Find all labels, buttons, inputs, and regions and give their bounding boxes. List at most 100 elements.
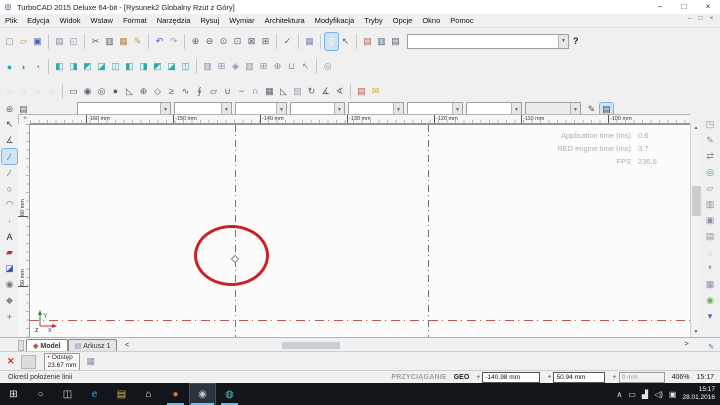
construction-line-horizontal-red[interactable] (30, 320, 690, 321)
viewport-single-icon[interactable]: ▥ (201, 58, 214, 75)
sketch-pen-icon[interactable]: ✎ (702, 133, 718, 148)
box-3d-icon[interactable]: ▭ (67, 83, 80, 100)
sketch-tool-icon[interactable]: ∕ (2, 149, 17, 164)
construction-line-vertical-gray[interactable] (428, 125, 429, 338)
search-icon[interactable]: ○ (27, 383, 54, 405)
sphere-tool-icon[interactable]: ◉ (2, 277, 17, 292)
tab-scroll-left-icon[interactable]: < (121, 340, 132, 351)
selector-grid-icon[interactable]: ▦ (86, 356, 95, 367)
revolve-icon[interactable]: ∿ (179, 83, 192, 100)
angle-30-icon[interactable]: ∢ (333, 83, 346, 100)
solid-edit-tool-icon[interactable]: ◆ (2, 293, 17, 308)
view-right-icon[interactable]: ◫ (179, 58, 192, 75)
close-button[interactable]: × (696, 0, 720, 14)
target-ring-icon[interactable]: ◉ (702, 293, 718, 308)
selection-info-combobox[interactable]: ▼ (407, 34, 569, 49)
point-tool-icon[interactable]: · (2, 213, 17, 228)
workplane-icon[interactable]: ◳ (702, 117, 718, 132)
look-at-icon[interactable]: ↖ (299, 58, 312, 75)
action-center-icon[interactable]: ▣ (669, 390, 677, 399)
rotate-view-free-icon[interactable]: ◌ (45, 83, 58, 100)
odstep-field[interactable]: Odstęp 23.67 mm (44, 353, 81, 371)
wedge-3d-icon[interactable]: ◺ (123, 83, 136, 100)
planet-app-icon[interactable]: ◍ (216, 383, 243, 405)
menu-item[interactable]: Tryby (359, 16, 387, 25)
boolean-intersect-icon[interactable]: ∩ (249, 83, 262, 100)
cut-icon[interactable]: ✂ (89, 33, 102, 50)
rotate-view-y-icon[interactable]: ◌ (17, 83, 30, 100)
sphere-3d-icon[interactable]: ◉ (81, 83, 94, 100)
format-painter-icon[interactable]: ✎ (131, 33, 144, 50)
tab-corner-icon[interactable]: ✎ (708, 343, 714, 351)
start-button[interactable]: ⊞ (0, 383, 27, 405)
firefox-icon[interactable]: ● (162, 383, 189, 405)
cylinder-3d-icon[interactable]: ◎ (95, 83, 108, 100)
taskbar-clock[interactable]: 15:17 28.01.2016 (682, 386, 715, 402)
odstep-value[interactable]: 23.67 mm (48, 362, 77, 370)
settings-gear-icon[interactable]: ⊛ (3, 103, 16, 116)
shell-solid-icon[interactable]: ▧ (291, 83, 304, 100)
frame-box-icon[interactable]: ▣ (702, 213, 718, 228)
rotate-3d-icon[interactable]: ↻ (305, 83, 318, 100)
undo-icon[interactable]: ↶ (153, 33, 166, 50)
view-iso-ne-icon[interactable]: ◧ (53, 58, 66, 75)
edge-icon[interactable]: e (81, 383, 108, 405)
mdi-minimize-button[interactable]: – (684, 15, 695, 22)
context-help-icon[interactable]: ? (573, 36, 579, 46)
view-iso-se-icon[interactable]: ◩ (81, 58, 94, 75)
zoom-extents-icon[interactable]: ⊠ (245, 33, 258, 50)
pan-tool-icon[interactable]: + (2, 309, 17, 324)
y-coordinate-field[interactable]: 50.94 mm (553, 372, 605, 383)
ball-3d-icon[interactable]: ● (109, 83, 122, 100)
menu-item[interactable]: Edycja (22, 16, 55, 25)
view-bottom-icon[interactable]: ◧ (123, 58, 136, 75)
torus-3d-icon[interactable]: ⊕ (137, 83, 150, 100)
print-preview-icon[interactable]: ◱ (67, 33, 80, 50)
object-3d-tool-icon[interactable]: ◪ (2, 261, 17, 276)
view-left-icon[interactable]: ◪ (165, 58, 178, 75)
store-icon[interactable]: ⌂ (135, 383, 162, 405)
view-iso-sw-icon[interactable]: ◪ (95, 58, 108, 75)
snap-mode-label[interactable]: PRZYCIĄGANIE (391, 374, 446, 381)
tab-splitter-handle[interactable] (18, 340, 24, 351)
network-icon[interactable]: ▟ (642, 390, 648, 399)
menu-item[interactable]: Opcje (388, 16, 418, 25)
redo-icon[interactable]: ↷ (167, 33, 180, 50)
save-icon[interactable]: ▣ (31, 33, 44, 50)
copy-objects-icon[interactable]: ▥ (702, 197, 718, 212)
menu-item[interactable]: Architektura (260, 16, 310, 25)
spell-check-icon[interactable]: ✓ (281, 33, 294, 50)
plane-triangle-icon[interactable]: ◺ (277, 83, 290, 100)
modify-arrows-icon[interactable]: ⇄ (702, 149, 718, 164)
scroll-down-icon[interactable]: ▼ (691, 328, 701, 337)
loft-icon[interactable]: ▱ (207, 83, 220, 100)
volume-icon[interactable]: ◁) (654, 390, 663, 399)
zoom-previous-icon[interactable]: ⊙ (217, 33, 230, 50)
view-top-icon[interactable]: ◫ (109, 58, 122, 75)
zoom-in-icon[interactable]: ⊕ (189, 33, 202, 50)
line-tool-icon[interactable]: ∕ (2, 165, 17, 180)
mouse-mode-icon[interactable]: ▯ (325, 33, 338, 50)
pick-arrow-icon[interactable]: ↖ (339, 33, 352, 50)
scroll-up-icon[interactable]: ▲ (691, 124, 701, 133)
menu-item[interactable]: Wstaw (85, 16, 118, 25)
cancel-entry-icon[interactable]: ✕ (7, 356, 15, 367)
file-explorer-icon[interactable]: ▤ (108, 383, 135, 405)
extrude-icon[interactable]: ≥ (165, 83, 178, 100)
viewport-quad-icon[interactable]: ⊞ (215, 58, 228, 75)
orbit-icon[interactable]: ◎ (321, 58, 334, 75)
viewport-float-icon[interactable]: ◈ (229, 58, 242, 75)
render-mail-icon[interactable]: ✉ (369, 83, 382, 100)
geo-toggle[interactable]: GEO (454, 374, 470, 381)
mesh-grid-icon[interactable]: ▦ (263, 83, 276, 100)
rotate-view-x-icon[interactable]: ◌ (3, 83, 16, 100)
extrude-face-icon[interactable]: ▱ (702, 181, 718, 196)
chevron-down-icon[interactable]: ▼ (558, 35, 568, 48)
task-view-icon[interactable]: ◫ (54, 383, 81, 405)
grid-toggle-icon[interactable]: ▦ (303, 33, 316, 50)
boolean-subtract-icon[interactable]: − (235, 83, 248, 100)
horizontal-scrollbar-thumb[interactable] (282, 342, 340, 349)
shapes-2d-tool-icon[interactable]: ▰ (2, 245, 17, 260)
zoom-window-icon[interactable]: ⊡ (231, 33, 244, 50)
circles-icon[interactable]: ◌ (702, 245, 718, 260)
